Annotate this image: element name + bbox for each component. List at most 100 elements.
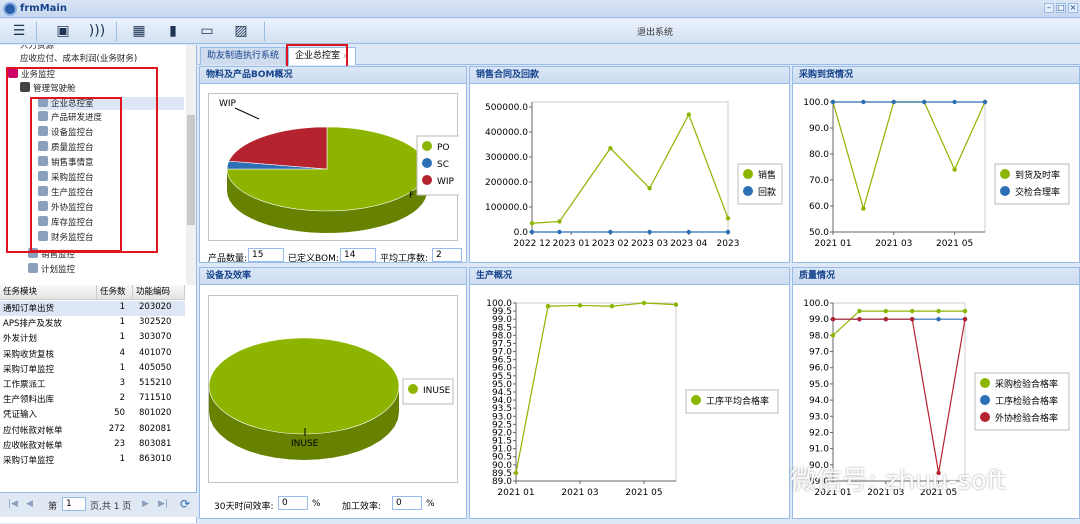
- tree-item-enterprise-control[interactable]: 企业总控室: [38, 97, 184, 110]
- image-icon[interactable]: ▨: [230, 22, 252, 41]
- tree-item[interactable]: 财务监控台: [38, 231, 94, 244]
- maximize-button[interactable]: □: [1056, 3, 1066, 13]
- machining-efficiency-field[interactable]: 0: [392, 496, 422, 510]
- x-tick-label: 2021 01: [497, 488, 534, 498]
- close-button[interactable]: ×: [1068, 3, 1078, 13]
- data-point: [830, 316, 836, 322]
- left-pane: 人力资源 应收应付、成本利润(业务财务) 业务监控 管理驾驶舱 企业总控室 产品…: [0, 45, 197, 523]
- rss-icon[interactable]: ))): [86, 22, 108, 41]
- y-tick-label: 500000.0: [485, 103, 528, 113]
- table-row[interactable]: 应付帐款对帐单 272 802081: [0, 423, 185, 438]
- cell-code: 203020: [139, 302, 172, 312]
- tab-close-icon[interactable]: ×: [343, 52, 349, 60]
- first-page-icon[interactable]: |◀: [8, 499, 18, 509]
- table-row[interactable]: 采购订单监控 1 405050: [0, 362, 185, 377]
- table-row[interactable]: 采购订单监控 1 863010: [0, 453, 185, 468]
- cell-code: 303070: [139, 332, 172, 343]
- table-row[interactable]: 应收帐款对帐单 23 803081: [0, 438, 185, 453]
- wip-label: WIP: [219, 99, 237, 109]
- y-tick-label: 80.0: [809, 150, 829, 160]
- tree-item[interactable]: 人力资源: [20, 45, 54, 53]
- data-point: [686, 229, 691, 235]
- tree-item[interactable]: 生产监控台: [38, 186, 94, 199]
- column-header[interactable]: 功能编码: [133, 285, 185, 300]
- cell-code: 405050: [139, 362, 172, 373]
- legend-marker: [743, 186, 753, 196]
- pie-slice-inuse: [208, 337, 400, 435]
- cell-code: 801020: [139, 408, 172, 419]
- x-tick-label: 2023 01: [553, 239, 590, 249]
- last-page-icon[interactable]: ▶|: [158, 499, 168, 509]
- table-row[interactable]: 工作票派工 3 515210: [0, 377, 185, 392]
- tree-scrollbar[interactable]: [186, 45, 196, 285]
- prev-page-icon[interactable]: ◀: [26, 499, 33, 509]
- tree-item[interactable]: 销售事情意: [38, 156, 94, 169]
- data-point: [647, 229, 652, 235]
- table-row[interactable]: APS排产及发放 1 302520: [0, 316, 185, 331]
- menu-icon[interactable]: ☰: [8, 22, 30, 41]
- legend-marker-0: [408, 384, 418, 394]
- x-tick-label: 2023 02: [592, 239, 629, 249]
- scrollbar-thumb[interactable]: [187, 115, 195, 225]
- data-point: [982, 99, 988, 105]
- data-point: [936, 316, 941, 322]
- table-row[interactable]: 通知订单出货 1 203020: [0, 301, 185, 317]
- cell-code: 803081: [139, 438, 172, 449]
- bar-chart-icon: [38, 216, 48, 226]
- title-bar: frmMain – □ ×: [0, 0, 1080, 18]
- legend-label: 回款: [758, 186, 776, 198]
- tree-item[interactable]: 库存监控台: [38, 216, 94, 229]
- cell-code: 863010: [139, 454, 172, 464]
- time-efficiency-field[interactable]: 0: [278, 496, 308, 510]
- data-point: [608, 146, 613, 151]
- table-row[interactable]: 采购收货复核 4 401070: [0, 347, 185, 362]
- tree-item[interactable]: 应收应付、成本利润(业务财务): [20, 53, 137, 66]
- tab-mes[interactable]: 助友制造执行系统: [200, 47, 287, 65]
- inbox-icon[interactable]: ▭: [196, 22, 218, 41]
- page-input[interactable]: 1: [62, 497, 86, 511]
- chart-area: INUSE INUSE: [208, 295, 458, 483]
- tree-item[interactable]: 质量监控台: [38, 141, 94, 154]
- data-point: [577, 303, 583, 308]
- tree-item-dashboard[interactable]: 管理驾驶舱: [20, 82, 76, 95]
- data-point: [513, 470, 519, 476]
- table-row[interactable]: 生产领料出库 2 711510: [0, 392, 185, 407]
- product-count-field[interactable]: 15: [248, 248, 284, 262]
- user-icon: [38, 97, 48, 107]
- bom-defined-field[interactable]: 14: [340, 248, 376, 262]
- minimize-button[interactable]: –: [1044, 3, 1054, 13]
- tree-item[interactable]: 设备监控台: [38, 126, 94, 139]
- line-chart-production: 89.089.590.090.591.091.592.092.593.093.5…: [486, 299, 779, 498]
- exit-system-button[interactable]: 退出系统: [620, 25, 690, 38]
- data-point: [557, 219, 562, 224]
- panel-sales: 销售合同及回款 0.0 100000.0 200000.0 300000.0 40000…: [469, 66, 790, 263]
- tab-enterprise-control[interactable]: 企业总控室 ×: [288, 47, 356, 65]
- tree-item[interactable]: 销售监控: [28, 248, 75, 261]
- table-row[interactable]: 凭证输入 50 801020: [0, 407, 185, 422]
- tree-item-business-monitor[interactable]: 业务监控: [8, 68, 55, 81]
- field-label: 产品数量:: [208, 254, 248, 264]
- tree-item[interactable]: 产品研发进度: [38, 111, 102, 124]
- tree-item[interactable]: 外协监控台: [38, 201, 94, 214]
- legend-label: 外协检验合格率: [995, 412, 1058, 424]
- cell-module: 应收帐款对帐单: [3, 440, 63, 451]
- table-row[interactable]: 外发计划 1 303070: [0, 331, 185, 346]
- tree-item[interactable]: 采购监控台: [38, 171, 94, 184]
- print-icon[interactable]: ▣: [52, 22, 74, 41]
- tree-item[interactable]: 计划监控: [28, 263, 75, 276]
- column-header[interactable]: 任务数: [97, 285, 133, 300]
- image-icon: [38, 231, 48, 241]
- cell-code: 401070: [139, 347, 172, 358]
- y-tick-label: 50.0: [809, 228, 829, 238]
- avg-process-field[interactable]: 2: [432, 248, 462, 262]
- y-tick-label: 99.0: [809, 315, 829, 325]
- y-tick-label: 100.0: [803, 299, 829, 309]
- y-tick-label: 93.0: [809, 412, 829, 422]
- bookmark-icon[interactable]: ▮: [162, 22, 184, 41]
- panel-title: 质量情况: [793, 268, 1079, 285]
- legend-label: 到货及时率: [1015, 169, 1060, 181]
- refresh-icon[interactable]: ⟳: [180, 497, 190, 511]
- column-header[interactable]: 任务模块: [0, 285, 97, 300]
- next-page-icon[interactable]: ▶: [142, 499, 149, 509]
- calendar-icon[interactable]: ▦: [128, 22, 150, 41]
